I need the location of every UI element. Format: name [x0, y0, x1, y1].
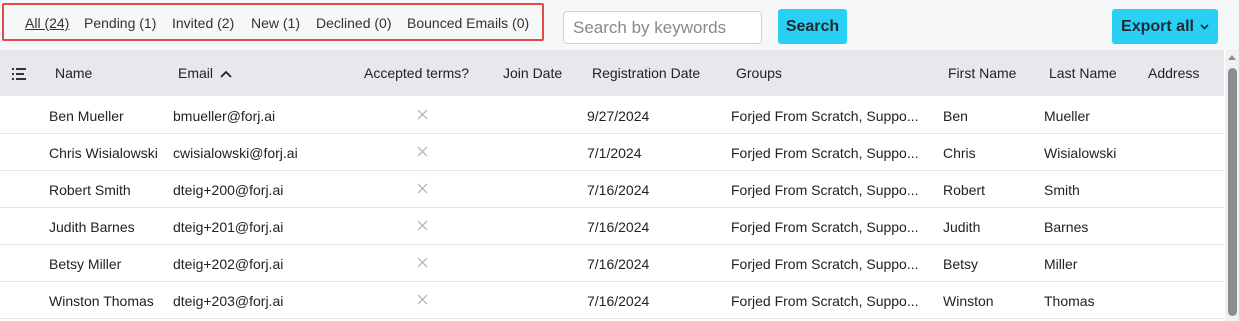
- cell-groups: Forjed From Scratch, Suppo...: [731, 219, 919, 235]
- sort-ascending-icon: [220, 71, 232, 78]
- cell-groups: Forjed From Scratch, Suppo...: [731, 108, 919, 124]
- table-row[interactable]: Ben Mueller bmueller@forj.ai 9/27/2024 Forj…: [0, 97, 1224, 134]
- cell-last-name: Wisialowski: [1044, 145, 1117, 161]
- search-button[interactable]: Search: [778, 9, 847, 44]
- cell-last-name: Miller: [1044, 256, 1078, 272]
- cell-name: Chris Wisialowski: [49, 145, 158, 161]
- filter-declined[interactable]: Declined (0): [316, 15, 391, 31]
- cell-registration-date: 7/16/2024: [587, 219, 650, 235]
- cell-name: Ben Mueller: [49, 108, 124, 124]
- column-header-email[interactable]: Email: [178, 65, 232, 81]
- cell-first-name: Betsy: [943, 256, 979, 272]
- cell-first-name: Robert: [943, 182, 986, 198]
- x-mark-icon: [417, 257, 428, 268]
- x-mark-icon: [417, 146, 428, 157]
- cell-first-name: Chris: [943, 145, 976, 161]
- table-header: Name Email Accepted terms? Join Date Reg…: [0, 50, 1224, 96]
- cell-groups: Forjed From Scratch, Suppo...: [731, 293, 919, 309]
- column-header-accepted-terms[interactable]: Accepted terms?: [364, 65, 469, 81]
- column-header-address[interactable]: Address: [1148, 65, 1199, 81]
- cell-email: bmueller@forj.ai: [173, 108, 276, 124]
- cell-first-name: Ben: [943, 108, 968, 124]
- cell-name: Robert Smith: [49, 182, 131, 198]
- cell-name: Judith Barnes: [49, 219, 135, 235]
- filter-bounced-emails[interactable]: Bounced Emails (0): [407, 15, 529, 31]
- table-row[interactable]: Judith Barnes dteig+201@forj.ai 7/16/2024 F…: [0, 208, 1224, 245]
- cell-registration-date: 7/16/2024: [587, 293, 650, 309]
- cell-groups: Forjed From Scratch, Suppo...: [731, 182, 919, 198]
- cell-last-name: Thomas: [1044, 293, 1095, 309]
- cell-email: dteig+203@forj.ai: [173, 293, 284, 309]
- toolbar: All (24) Pending (1) Invited (2) New (1)…: [0, 0, 1239, 50]
- scrollbar-thumb[interactable]: [1228, 68, 1237, 316]
- cell-name: Winston Thomas: [49, 293, 154, 309]
- filter-invited[interactable]: Invited (2): [172, 15, 234, 31]
- x-mark-icon: [417, 294, 428, 305]
- cell-email: cwisialowski@forj.ai: [173, 145, 298, 161]
- table-row[interactable]: Betsy Miller dteig+202@forj.ai 7/16/2024 Fo…: [0, 245, 1224, 282]
- cell-last-name: Mueller: [1044, 108, 1090, 124]
- cell-registration-date: 7/1/2024: [587, 145, 642, 161]
- cell-groups: Forjed From Scratch, Suppo...: [731, 145, 919, 161]
- column-header-email-label: Email: [178, 65, 214, 81]
- x-mark-icon: [417, 109, 428, 120]
- cell-groups: Forjed From Scratch, Suppo...: [731, 256, 919, 272]
- chevron-down-icon: [1200, 23, 1209, 30]
- x-mark-icon: [417, 183, 428, 194]
- column-header-registration-date[interactable]: Registration Date: [592, 65, 700, 81]
- cell-last-name: Smith: [1044, 182, 1080, 198]
- column-header-last-name[interactable]: Last Name: [1049, 65, 1117, 81]
- cell-registration-date: 7/16/2024: [587, 182, 650, 198]
- filter-new[interactable]: New (1): [251, 15, 300, 31]
- cell-last-name: Barnes: [1044, 219, 1089, 235]
- column-list-icon[interactable]: [12, 67, 26, 85]
- scroll-up-arrow-icon[interactable]: [1226, 52, 1238, 62]
- table-row[interactable]: Winston Thomas dteig+203@forj.ai 7/16/2024…: [0, 282, 1224, 319]
- cell-email: dteig+201@forj.ai: [173, 219, 284, 235]
- x-mark-icon: [417, 220, 428, 231]
- cell-first-name: Judith: [943, 219, 981, 235]
- export-all-button[interactable]: Export all: [1112, 9, 1218, 44]
- column-header-name[interactable]: Name: [55, 65, 92, 81]
- column-header-join-date[interactable]: Join Date: [503, 65, 562, 81]
- cell-email: dteig+200@forj.ai: [173, 182, 284, 198]
- column-header-first-name[interactable]: First Name: [948, 65, 1016, 81]
- column-header-groups[interactable]: Groups: [736, 65, 782, 81]
- filter-all[interactable]: All (24): [25, 15, 69, 31]
- table-row[interactable]: Robert Smith dteig+200@forj.ai 7/16/2024 Fo…: [0, 171, 1224, 208]
- cell-registration-date: 7/16/2024: [587, 256, 650, 272]
- cell-name: Betsy Miller: [49, 256, 122, 272]
- filter-pending[interactable]: Pending (1): [84, 15, 156, 31]
- cell-email: dteig+202@forj.ai: [173, 256, 284, 272]
- search-input[interactable]: [563, 11, 762, 44]
- cell-first-name: Winston: [943, 293, 994, 309]
- export-all-label: Export all: [1121, 17, 1194, 35]
- table-row[interactable]: Chris Wisialowski cwisialowski@forj.ai 7/1…: [0, 134, 1224, 171]
- cell-registration-date: 9/27/2024: [587, 108, 650, 124]
